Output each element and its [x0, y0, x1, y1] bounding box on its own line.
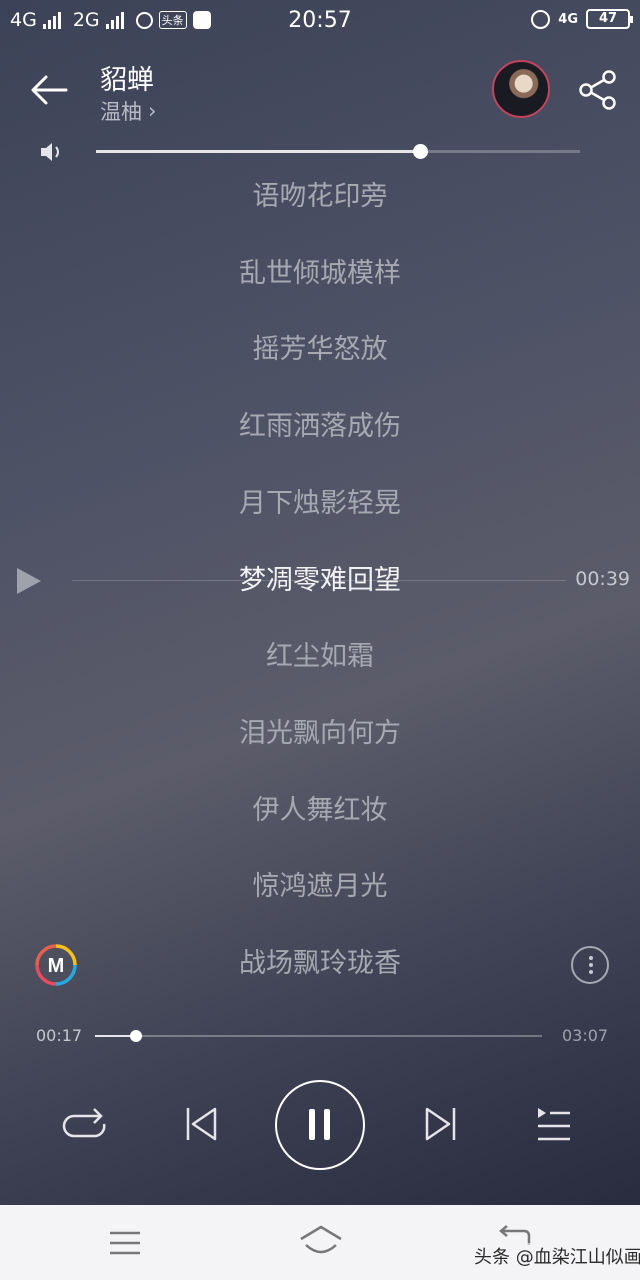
- lyric-seek-row: 00:39: [0, 560, 640, 600]
- alarm-icon: [531, 9, 551, 29]
- progress-slider[interactable]: [95, 1030, 542, 1042]
- seek-time: 00:39: [575, 568, 630, 590]
- pause-button[interactable]: [275, 1080, 365, 1170]
- arrow-left-icon: [31, 75, 68, 105]
- speaker-icon: [41, 143, 59, 161]
- repeat-icon: [62, 1108, 106, 1138]
- player-header: 貂蝉 温柚 ›: [0, 50, 640, 130]
- artist-avatar[interactable]: [492, 60, 550, 118]
- system-nav-bar: 头条 @血染江山似画: [0, 1205, 640, 1280]
- watermark-text: 头条 @血染江山似画: [474, 1243, 640, 1269]
- network-right-label: 4G: [558, 11, 578, 27]
- total-time: 03:07: [562, 1026, 609, 1045]
- playlist-button[interactable]: [534, 1104, 574, 1144]
- play-icon[interactable]: [14, 566, 44, 596]
- playlist-icon: [538, 1108, 570, 1141]
- battery-icon: 47: [586, 9, 633, 29]
- previous-button[interactable]: [182, 1104, 222, 1144]
- share-button[interactable]: [576, 68, 620, 112]
- playback-controls: [0, 1080, 640, 1170]
- more-button[interactable]: [571, 946, 609, 984]
- status-right: 4G 47: [531, 9, 633, 29]
- artist-link[interactable]: 温柚 ›: [100, 96, 156, 126]
- lyric-line[interactable]: 月下烛影轻晃: [0, 484, 640, 524]
- volume-slider[interactable]: [96, 144, 580, 159]
- next-button[interactable]: [420, 1104, 460, 1144]
- volume-fill: [96, 150, 421, 153]
- app-logo-icon: M: [35, 944, 77, 986]
- playback-progress: 00:17 03:07: [0, 1022, 640, 1052]
- status-bar: 4G 2G 头条 20:57 4G 47: [0, 0, 640, 44]
- song-title: 貂蝉: [100, 65, 154, 96]
- current-time: 00:17: [36, 1026, 83, 1045]
- seek-guide-line: [72, 580, 566, 581]
- lyric-line[interactable]: 惊鸿遮月光: [0, 867, 640, 907]
- logo-letter: M: [48, 955, 65, 977]
- chevron-right-icon: ›: [148, 99, 157, 123]
- share-icon: [579, 70, 616, 110]
- lyric-line[interactable]: 伊人舞红妆: [0, 791, 640, 831]
- artist-name: 温柚: [100, 100, 142, 124]
- more-vertical-icon: [589, 956, 593, 960]
- previous-icon: [186, 1107, 217, 1141]
- next-icon: [425, 1107, 456, 1141]
- more-dot: [589, 970, 593, 974]
- home-icon[interactable]: [298, 1223, 344, 1259]
- lyric-line[interactable]: 泪光飘向何方: [0, 714, 640, 754]
- volume-control: [0, 136, 640, 168]
- app-logo-button[interactable]: M: [34, 943, 78, 987]
- lyric-line[interactable]: 红雨洒落成伤: [0, 407, 640, 447]
- lyric-line[interactable]: 摇芳华怒放: [0, 330, 640, 370]
- lyric-line[interactable]: 战场飘玲珑香: [0, 944, 640, 984]
- lyric-line[interactable]: 红尘如霜: [0, 637, 640, 677]
- progress-knob[interactable]: [130, 1030, 143, 1042]
- repeat-button[interactable]: [60, 1104, 110, 1144]
- pause-icon: [309, 1109, 330, 1140]
- back-button[interactable]: [28, 68, 72, 112]
- lyric-line[interactable]: 乱世倾城模样: [0, 254, 640, 294]
- menu-icon[interactable]: [108, 1229, 142, 1257]
- volume-knob[interactable]: [413, 144, 429, 159]
- more-dot: [589, 963, 593, 967]
- lyric-line[interactable]: 语吻花印旁: [0, 177, 640, 217]
